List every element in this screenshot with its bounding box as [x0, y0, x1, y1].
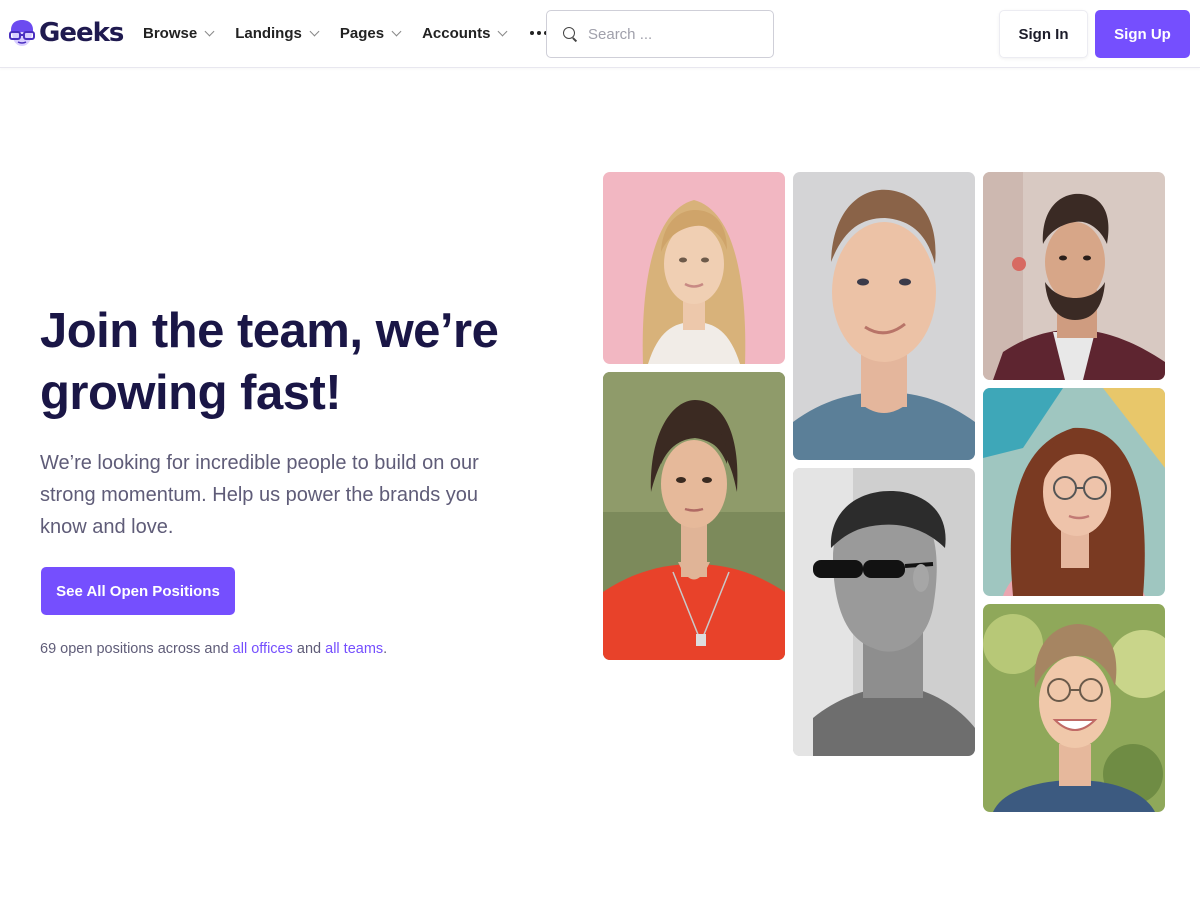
sign-up-button[interactable]: Sign Up	[1095, 10, 1190, 58]
note-prefix: 69 open positions across and	[40, 641, 229, 657]
nav-pages[interactable]: Pages	[339, 24, 402, 42]
search-input[interactable]	[588, 25, 758, 43]
team-photo-smiling-man	[793, 172, 975, 460]
chevron-down-icon	[391, 26, 402, 36]
team-photo-woman-glasses	[983, 388, 1165, 596]
all-offices-link[interactable]: all offices	[233, 641, 293, 657]
nav-accounts-label: Accounts	[422, 24, 491, 42]
search-icon	[563, 27, 577, 41]
main-nav: Browse Landings Pages Accounts	[143, 22, 549, 44]
hero-description: We’re looking for incredible people to b…	[40, 452, 479, 538]
nav-landings-label: Landings	[235, 24, 302, 42]
sign-in-button[interactable]: Sign In	[999, 10, 1088, 58]
nav-browse-label: Browse	[143, 24, 198, 42]
search-box	[546, 10, 774, 58]
see-all-positions-button[interactable]: See All Open Positions	[41, 567, 235, 615]
nav-browse[interactable]: Browse	[143, 24, 215, 42]
top-navbar: Geeks Browse Landings Pages Accounts Sig…	[0, 0, 1200, 68]
team-photo-woman-red-top	[603, 372, 785, 660]
geek-face-logo-icon	[7, 18, 37, 48]
all-teams-link[interactable]: all teams	[325, 641, 383, 657]
nav-landings[interactable]: Landings	[235, 24, 320, 42]
chevron-down-icon	[497, 26, 508, 36]
team-photo-man-sunglasses	[793, 468, 975, 756]
open-positions-note: 69 open positions across and all offices…	[40, 641, 387, 657]
note-suffix: .	[383, 641, 388, 657]
note-middle: and	[296, 641, 322, 657]
team-photo-blonde-woman	[603, 172, 785, 364]
chevron-down-icon	[204, 26, 215, 36]
nav-pages-label: Pages	[339, 24, 385, 42]
team-photo-young-man-glasses	[983, 604, 1165, 812]
hero-title: Join the team, we’re growing fast!	[40, 304, 499, 420]
nav-accounts[interactable]: Accounts	[422, 24, 508, 42]
brand-name: Geeks	[39, 18, 124, 48]
team-photo-bearded-man	[983, 172, 1165, 380]
chevron-down-icon	[309, 26, 320, 36]
brand-logo[interactable]: Geeks	[7, 14, 124, 52]
